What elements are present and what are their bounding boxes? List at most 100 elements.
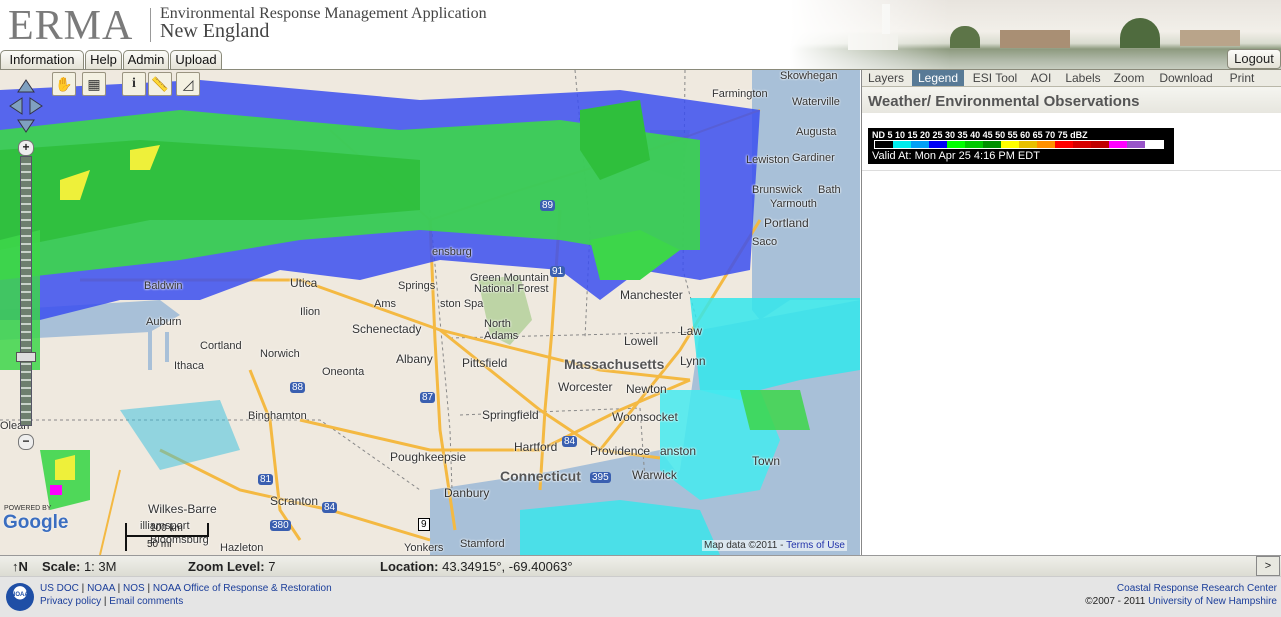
legend-swatch bbox=[947, 141, 965, 148]
legend-swatches bbox=[874, 140, 1164, 149]
tab-legend[interactable]: Legend bbox=[912, 70, 964, 86]
copyright: ©2007 - 2011 University of New Hampshire bbox=[1085, 596, 1277, 607]
legend-swatch bbox=[1127, 141, 1145, 148]
highway-shield-89: 89 bbox=[540, 200, 556, 211]
legend-swatch bbox=[1091, 141, 1109, 148]
map-label-newton: Newton bbox=[626, 382, 667, 396]
expand-panel-button[interactable]: > bbox=[1256, 556, 1280, 576]
map-label-lowell: Lowell bbox=[624, 334, 659, 348]
map-label-warwick: Warwick bbox=[632, 468, 677, 482]
map-label-adams: Adams bbox=[484, 330, 519, 342]
header: ERMA Environmental Response Management A… bbox=[0, 0, 1281, 70]
legend-swatch bbox=[1019, 141, 1037, 148]
map-label-utica: Utica bbox=[290, 276, 318, 290]
map-label-skowhegan: Skowhegan bbox=[780, 70, 838, 82]
copyright-years: ©2007 - 2011 bbox=[1085, 596, 1146, 607]
legend-swatch bbox=[929, 141, 947, 148]
legend-swatch bbox=[965, 141, 983, 148]
attribution-separator: - bbox=[777, 540, 787, 551]
tab-print[interactable]: Print bbox=[1222, 70, 1262, 86]
scale-readout: Scale: 1: 3M bbox=[42, 559, 116, 574]
privacy-policy-link[interactable]: Privacy policy bbox=[40, 596, 101, 607]
map-label-portland: Portland bbox=[764, 216, 809, 230]
crrc-link[interactable]: Coastal Response Research Center bbox=[1117, 583, 1277, 594]
legend-scale-values: ND 5 10 15 20 25 30 35 40 45 50 55 60 65… bbox=[872, 130, 1088, 140]
tab-zoom[interactable]: Zoom bbox=[1110, 70, 1148, 86]
orr-link[interactable]: NOAA Office of Response & Restoration bbox=[153, 583, 332, 594]
tab-layers[interactable]: Layers bbox=[864, 70, 908, 86]
app-region: New England bbox=[160, 20, 270, 42]
footer-agency-links: US DOC | NOAA | NOS | NOAA Office of Res… bbox=[40, 583, 332, 594]
map-label-cranston: anston bbox=[660, 444, 697, 458]
map-label-gardiner: Gardiner bbox=[792, 152, 835, 164]
email-comments-link[interactable]: Email comments bbox=[109, 596, 183, 607]
map-label-saco: Saco bbox=[752, 236, 778, 248]
highway-shield-9: 9 bbox=[418, 518, 430, 531]
map-label-connecticut: Connecticut bbox=[500, 468, 581, 484]
crrc-link-text[interactable]: Coastal Response Research Center bbox=[1117, 583, 1277, 594]
panel-tabs: Layers Legend ESI Tool AOI Labels Zoom D… bbox=[862, 70, 1281, 87]
noaa-link[interactable]: NOAA bbox=[87, 583, 115, 594]
pan-down-icon bbox=[17, 119, 35, 133]
ruler-icon[interactable]: 📏 bbox=[148, 72, 172, 96]
map-label-town: Town bbox=[752, 454, 781, 468]
zoom-track[interactable] bbox=[20, 156, 32, 426]
map-overview-icon[interactable]: ▦ bbox=[82, 72, 106, 96]
nav-upload[interactable]: Upload bbox=[170, 50, 222, 69]
map-label-wilkes-barre: Wilkes-Barre bbox=[148, 502, 217, 516]
footer: NOAA US DOC | NOAA | NOS | NOAA Office o… bbox=[0, 576, 1281, 617]
radar-legend: ND 5 10 15 20 25 30 35 40 45 50 55 60 65… bbox=[868, 128, 1174, 164]
north-arrow-icon: ↑N bbox=[12, 559, 28, 574]
map-label-yonkers: Yonkers bbox=[404, 542, 444, 554]
map-label-bath: Bath bbox=[818, 184, 841, 196]
highway-shield-395: 395 bbox=[590, 472, 611, 483]
legend-swatch bbox=[1037, 141, 1055, 148]
terms-of-use-link[interactable]: Terms of Use bbox=[786, 540, 845, 551]
nav-help[interactable]: Help bbox=[85, 50, 122, 69]
zoom-out-button[interactable]: − bbox=[18, 434, 34, 450]
map-label-poughkeepsie: Poughkeepsie bbox=[390, 450, 467, 464]
map-label-hartford: Hartford bbox=[514, 440, 558, 454]
nav-admin[interactable]: Admin bbox=[123, 50, 169, 69]
scale-bar: 100 km 50 mi bbox=[125, 523, 211, 551]
map-label-yarmouth: Yarmouth bbox=[770, 198, 817, 210]
map-attribution: Map data ©2011 - Terms of Use bbox=[702, 540, 847, 551]
pan-left-icon bbox=[9, 97, 23, 115]
info-icon[interactable]: i bbox=[122, 72, 146, 96]
map-label-stamford: Stamford bbox=[460, 538, 505, 550]
map-label-massachusetts: Massachusetts bbox=[564, 356, 665, 372]
us-doc-link[interactable]: US DOC bbox=[40, 583, 79, 594]
nos-link[interactable]: NOS bbox=[123, 583, 145, 594]
map-label-lewiston: Lewiston bbox=[746, 154, 790, 166]
zoom-bar[interactable]: + − bbox=[16, 140, 36, 450]
panel-title-bar: Weather/ Environmental Observations bbox=[862, 87, 1281, 113]
map-label-albany: Albany bbox=[396, 352, 433, 366]
location-readout: Location: 43.34915°, -69.40063° bbox=[380, 559, 573, 574]
zoom-slider[interactable] bbox=[16, 352, 36, 362]
map-label-hazleton: Hazleton bbox=[220, 542, 264, 554]
zoom-readout: Zoom Level: 7 bbox=[188, 559, 275, 574]
pan-control[interactable] bbox=[8, 78, 44, 134]
unh-link[interactable]: University of New Hampshire bbox=[1148, 596, 1277, 607]
zoom-in-button[interactable]: + bbox=[18, 140, 34, 156]
scale-label: Scale: bbox=[42, 559, 81, 574]
pan-up-icon bbox=[17, 79, 35, 93]
legend-swatch bbox=[1055, 141, 1073, 148]
logout-button[interactable]: Logout bbox=[1227, 49, 1281, 69]
logo-divider bbox=[150, 8, 151, 42]
map-label-augusta: Augusta bbox=[796, 126, 837, 138]
tab-labels[interactable]: Labels bbox=[1060, 70, 1106, 86]
map-label-manchester: Manchester bbox=[620, 288, 683, 302]
tab-aoi[interactable]: AOI bbox=[1026, 70, 1056, 86]
tab-esi-tool[interactable]: ESI Tool bbox=[968, 70, 1022, 86]
highway-shield-81: 81 bbox=[258, 474, 274, 485]
map-canvas bbox=[0, 70, 860, 555]
google-logo[interactable]: Google bbox=[3, 512, 68, 534]
area-measure-icon[interactable]: ◿ bbox=[176, 72, 200, 96]
tab-download[interactable]: Download bbox=[1154, 70, 1218, 86]
legend-swatch bbox=[1109, 141, 1127, 148]
map-label-baldwinsville: Baldwin bbox=[144, 280, 183, 292]
map-view[interactable]: Skowhegan Farmington Waterville Augusta … bbox=[0, 70, 860, 555]
nav-information[interactable]: Information bbox=[0, 50, 84, 69]
hand-pan-icon[interactable]: ✋ bbox=[52, 72, 76, 96]
